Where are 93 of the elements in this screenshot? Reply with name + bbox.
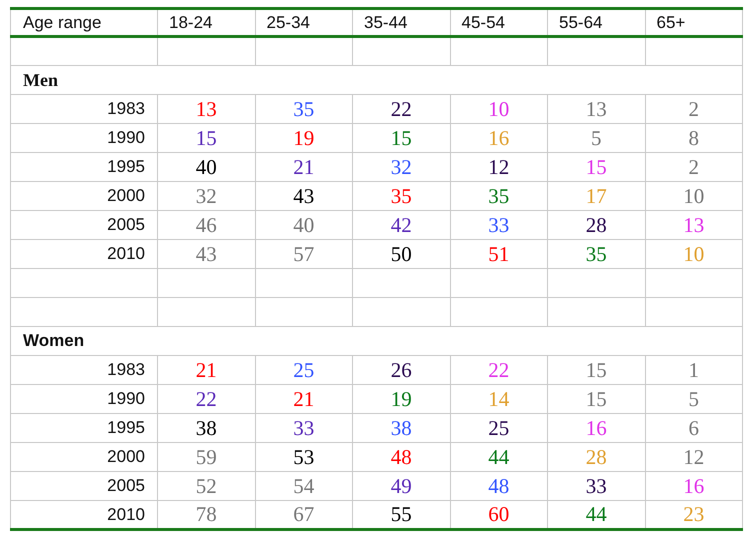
table-cell: 38	[390, 416, 412, 440]
table-cell: 22	[390, 96, 412, 120]
year-label: 2000	[107, 186, 145, 205]
table-cell: 5	[591, 126, 602, 150]
year-label: 1995	[107, 418, 145, 437]
table-cell: 40	[196, 154, 217, 178]
table-cell: 53	[293, 444, 314, 468]
table-cell: 42	[390, 212, 412, 236]
table-cell: 33	[586, 474, 607, 498]
table-cell: 55	[390, 502, 412, 526]
table-cell: 10	[488, 96, 510, 120]
column-header: 35-44	[364, 12, 408, 32]
table-cell: 16	[586, 416, 607, 440]
table-cell: 22	[196, 386, 217, 410]
table-cell: 43	[196, 242, 217, 266]
table-cell: 19	[293, 126, 314, 150]
table-cell: 52	[196, 474, 217, 498]
table-cell: 10	[683, 242, 704, 266]
table-cell: 43	[293, 184, 314, 208]
year-label: 2005	[107, 476, 145, 495]
year-label: 1983	[107, 99, 145, 118]
table-cell: 51	[488, 242, 510, 266]
table-cell: 33	[293, 416, 314, 440]
table-cell: 35	[390, 184, 412, 208]
year-label: 2000	[107, 447, 145, 466]
table-cell: 21	[293, 386, 314, 410]
table-cell: 26	[390, 358, 412, 382]
table-cell: 15	[586, 154, 607, 178]
table-cell: 28	[586, 212, 607, 236]
year-label: 1990	[107, 128, 145, 147]
table-cell: 48	[488, 474, 510, 498]
table-cell: 32	[196, 184, 217, 208]
table-cell: 35	[488, 184, 510, 208]
table-cell: 35	[293, 96, 314, 120]
table-cell: 17	[586, 184, 607, 208]
table-cell: 48	[390, 444, 412, 468]
table-cell: 1	[688, 358, 699, 382]
table-cell: 19	[390, 386, 412, 410]
column-header: Age range	[23, 12, 102, 32]
table-cell: 16	[488, 126, 510, 150]
table-cell: 54	[293, 474, 314, 498]
table-cell: 25	[293, 358, 314, 382]
table-cell: 21	[196, 358, 217, 382]
table-cell: 14	[488, 386, 510, 410]
table-cell: 8	[688, 126, 699, 150]
year-label: 1990	[107, 389, 145, 408]
table-cell: 44	[586, 502, 607, 526]
table-cell: 2	[688, 96, 699, 120]
column-header: 25-34	[266, 12, 310, 32]
column-header: 65+	[656, 12, 686, 32]
table-cell: 50	[390, 242, 412, 266]
table-cell: 21	[293, 154, 314, 178]
table-cell: 44	[488, 444, 510, 468]
table-cell: 59	[196, 444, 217, 468]
table-cell: 25	[488, 416, 510, 440]
table-cell: 13	[586, 96, 607, 120]
table-cell: 33	[488, 212, 510, 236]
year-label: 2005	[107, 215, 145, 234]
table-cell: 13	[683, 212, 704, 236]
table-cell: 12	[683, 444, 704, 468]
year-label: 2010	[107, 504, 145, 524]
table-cell: 49	[390, 474, 412, 498]
table-cell: 40	[293, 212, 314, 236]
column-header: 55-64	[559, 12, 602, 32]
group-heading: Women	[23, 331, 84, 350]
table-cell: 32	[390, 154, 412, 178]
table-cell: 15	[586, 358, 607, 382]
table-cell: 38	[196, 416, 217, 440]
table-cell: 46	[196, 212, 217, 236]
column-header: 45-54	[462, 12, 505, 32]
table-cell: 35	[586, 242, 607, 266]
group-heading: Men	[23, 70, 58, 90]
year-label: 2010	[107, 244, 145, 263]
table-cell: 13	[196, 96, 217, 120]
table-cell: 67	[293, 502, 314, 526]
table-cell: 28	[586, 444, 607, 468]
year-label: 1983	[107, 360, 145, 379]
table-cell: 16	[683, 474, 704, 498]
table-cell: 2	[688, 154, 699, 178]
table-cell: 23	[683, 502, 704, 526]
year-label: 1995	[107, 157, 145, 176]
table-cell: 78	[196, 502, 217, 526]
table-cell: 5	[688, 386, 699, 410]
table-cell: 15	[390, 126, 412, 150]
table-cell: 6	[688, 416, 699, 440]
table-cell: 60	[488, 502, 510, 526]
table-cell: 22	[488, 358, 510, 382]
table-cell: 15	[196, 126, 217, 150]
table-cell: 10	[683, 184, 704, 208]
table-cell: 12	[488, 154, 510, 178]
column-header: 18-24	[169, 12, 212, 32]
table-cell: 15	[586, 386, 607, 410]
table-cell: 57	[293, 242, 314, 266]
